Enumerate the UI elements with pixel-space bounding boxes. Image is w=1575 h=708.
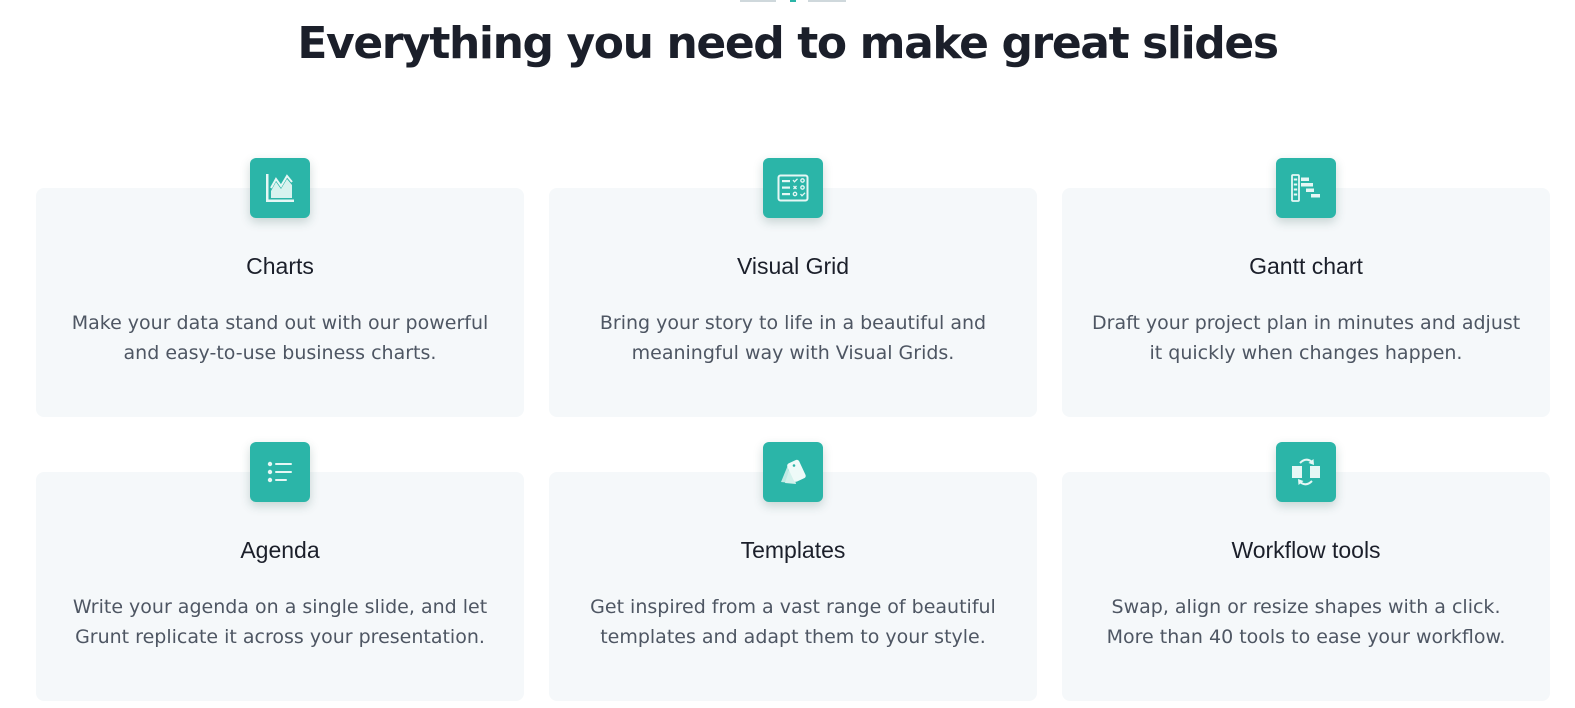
description-line: Write your agenda on a single slide, and… [72, 596, 488, 618]
feature-description: Get inspired from a vast range of beauti… [579, 592, 1007, 652]
card-background [549, 188, 1037, 417]
feature-card-agenda[interactable]: Agenda Write your agenda on a single sli… [36, 442, 524, 701]
visual-grid-icon [763, 158, 823, 218]
feature-title: Workflow tools [1231, 537, 1381, 563]
agenda-list-icon [250, 442, 310, 502]
features-grid: Charts Make your data stand out with our… [36, 158, 1550, 701]
description-line: templates and adapt them to your style. [600, 626, 986, 648]
feature-description: Draft your project plan in minutes and a… [1092, 308, 1520, 368]
gantt-chart-icon [1276, 158, 1336, 218]
feature-description: Make your data stand out with our powerf… [66, 308, 494, 368]
description-line: Make your data stand out with our powerf… [71, 312, 489, 334]
feature-description: Swap, align or resize shapes with a clic… [1092, 592, 1520, 652]
feature-card-templates[interactable]: Templates Get inspired from a vast range… [549, 442, 1037, 701]
description-line: Get inspired from a vast range of beauti… [590, 596, 996, 618]
feature-card-visual-grid[interactable]: Visual Grid Bring your story to life in … [549, 158, 1037, 417]
feature-title: Gantt chart [1249, 253, 1363, 279]
feature-description: Bring your story to life in a beautiful … [579, 308, 1007, 368]
description-line: meaningful way with Visual Grids. [631, 342, 955, 364]
feature-card-gantt-chart[interactable]: Gantt chart Draft your project plan in m… [1062, 158, 1550, 417]
description-line: and easy-to-use business charts. [123, 342, 437, 364]
feature-card-charts[interactable]: Charts Make your data stand out with our… [36, 158, 524, 417]
card-background [1062, 472, 1550, 701]
description-line: More than 40 tools to ease your workflow… [1106, 626, 1506, 648]
templates-icon [763, 442, 823, 502]
top-decoration [740, 0, 850, 3]
description-line: Swap, align or resize shapes with a clic… [1111, 596, 1501, 618]
feature-card-workflow-tools[interactable]: Workflow tools Swap, align or resize sha… [1062, 442, 1550, 701]
feature-title: Agenda [240, 537, 320, 563]
section-headline: Everything you need to make great slides [297, 18, 1279, 69]
feature-description: Write your agenda on a single slide, and… [66, 592, 494, 652]
workflow-swap-icon [1276, 442, 1336, 502]
card-background [549, 472, 1037, 701]
line-chart-icon [250, 158, 310, 218]
card-background [36, 188, 524, 417]
card-background [1062, 188, 1550, 417]
description-line: Grunt replicate it across your presentat… [75, 626, 485, 648]
feature-title: Templates [740, 537, 846, 563]
feature-title: Charts [246, 253, 314, 279]
card-background [36, 472, 524, 701]
description-line: Draft your project plan in minutes and a… [1092, 312, 1521, 334]
description-line: Bring your story to life in a beautiful … [599, 312, 987, 334]
description-line: it quickly when changes happen. [1149, 342, 1463, 364]
feature-title: Visual Grid [736, 253, 850, 279]
